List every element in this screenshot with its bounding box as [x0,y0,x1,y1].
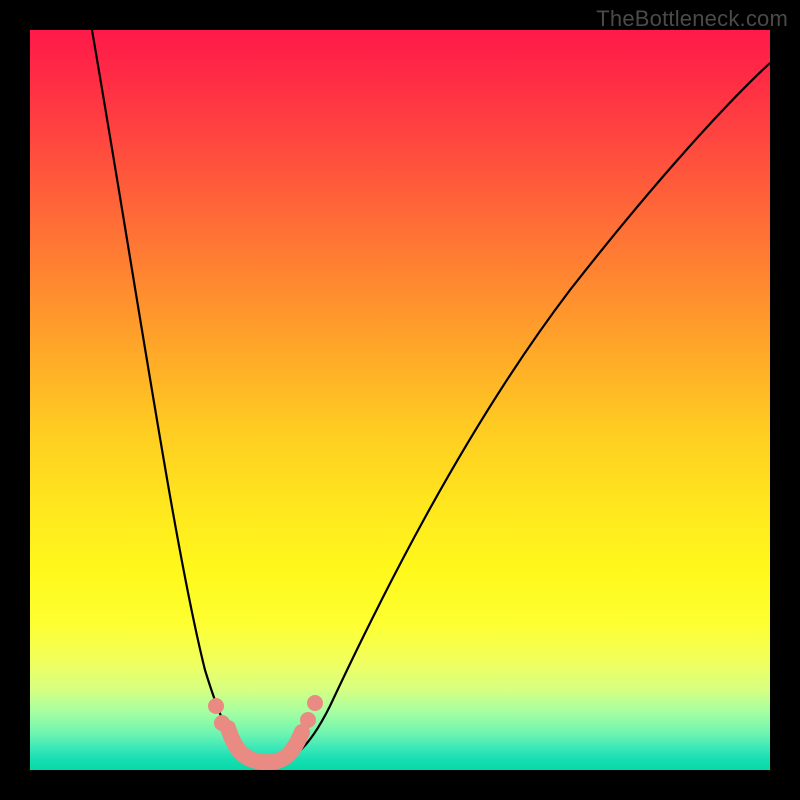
marker-right-lower [300,712,316,728]
marker-right-upper [307,695,323,711]
chart-svg [30,30,770,770]
bottleneck-curve [92,30,770,763]
bottleneck-chart [30,30,770,770]
trough-band [228,728,302,762]
watermark-label: TheBottleneck.com [596,6,788,32]
marker-left-upper [208,698,224,714]
marker-left-lower [214,715,230,731]
